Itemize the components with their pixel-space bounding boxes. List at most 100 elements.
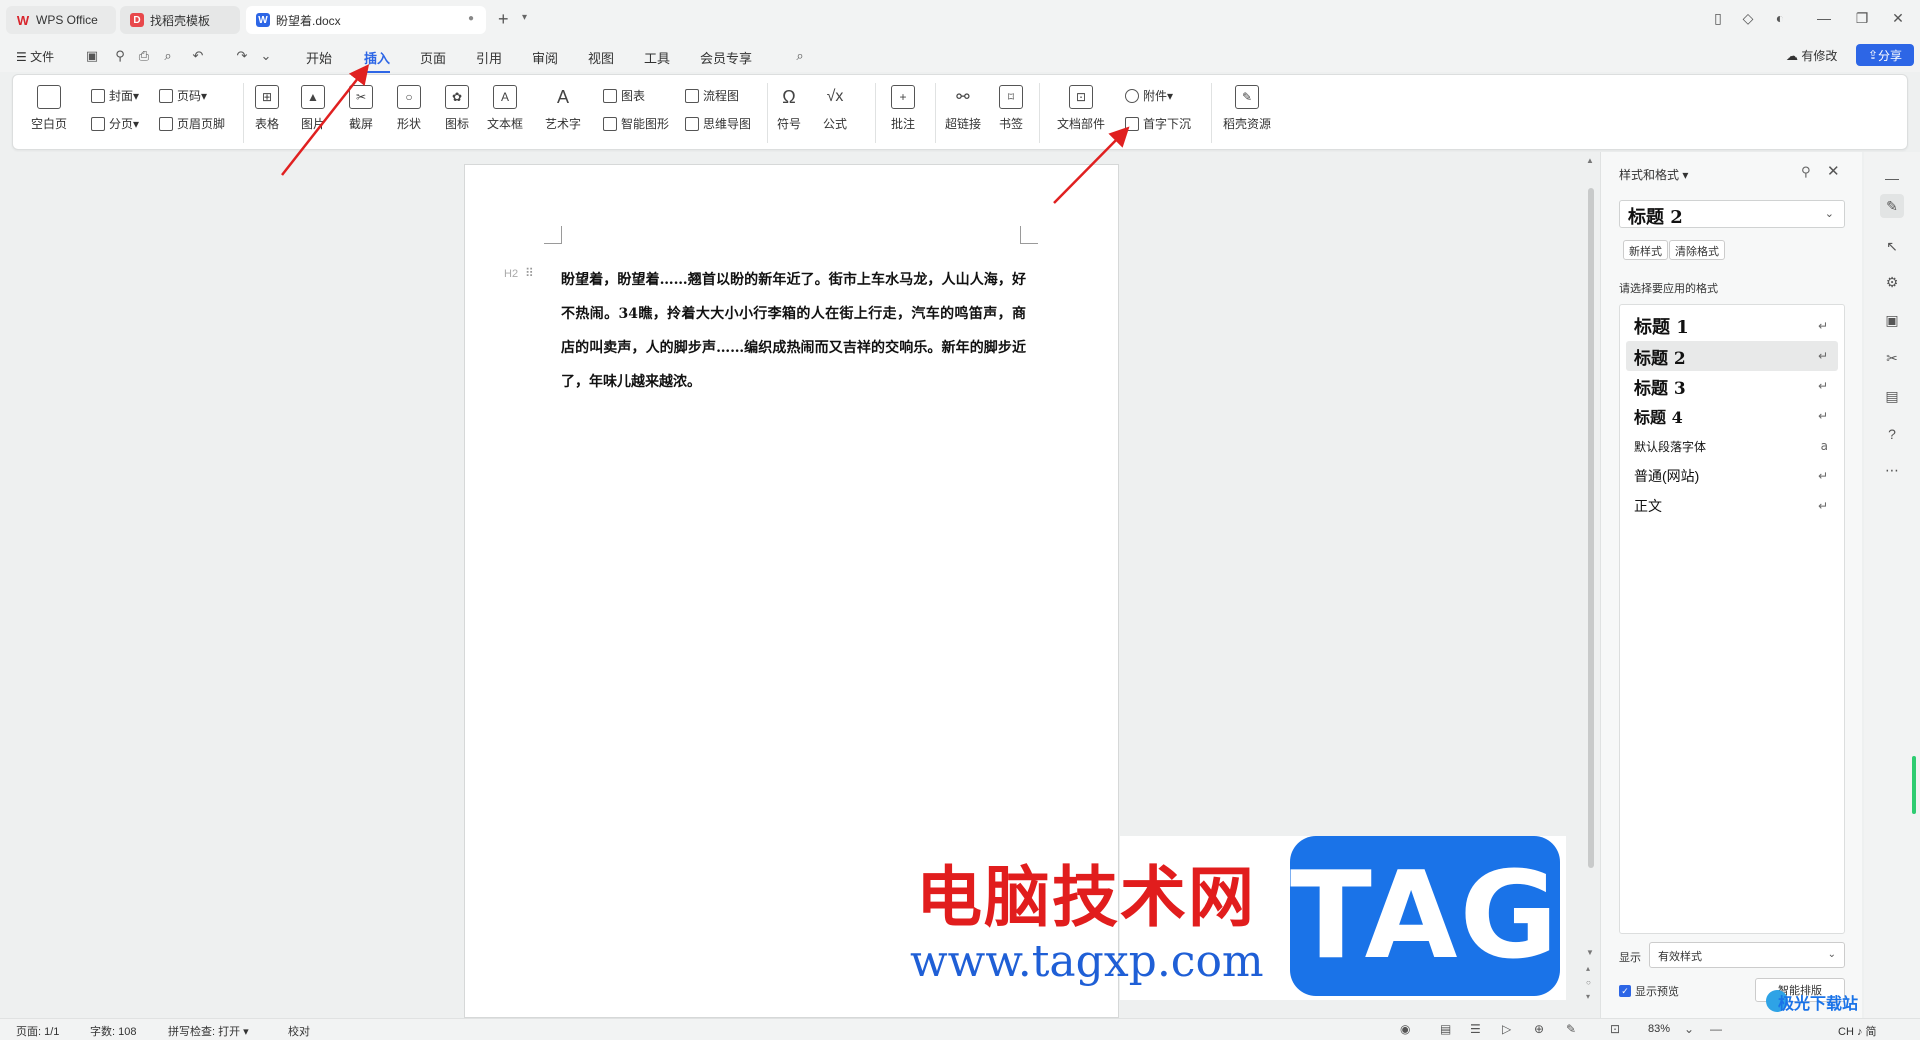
zoom-level[interactable]: 83% — [1648, 1023, 1670, 1035]
style-item-heading-3[interactable]: 标题 3 ↵ — [1626, 371, 1838, 401]
show-preview-checkbox[interactable]: ✓ 显示预览 — [1619, 983, 1679, 999]
play-icon[interactable]: ▷ — [1502, 1022, 1511, 1036]
style-item-heading-1[interactable]: 标题 1 ↵ — [1626, 311, 1838, 341]
style-brush-icon[interactable]: ✎ — [1880, 194, 1904, 218]
flowchart-button[interactable]: 流程图 — [685, 87, 739, 104]
hyperlink-button[interactable]: ⚯ 超链接 — [945, 85, 981, 132]
reading-icon[interactable]: ▤ — [1880, 384, 1904, 408]
scroll-up-icon[interactable]: ▲ — [1586, 156, 1594, 165]
menu-tools[interactable]: 工具 — [644, 48, 670, 67]
page-count[interactable]: 页面: 1/1 — [16, 1023, 59, 1039]
attachment-button[interactable]: 附件 ▾ — [1125, 87, 1173, 104]
input-method-status[interactable]: CH ♪ 简 — [1838, 1023, 1877, 1039]
chevron-down-icon[interactable]: ⌄ — [1684, 1022, 1694, 1036]
document-paragraph[interactable]: 盼望着，盼望着……翘首以盼的新年近了。街市上车水马龙，人山人海，好不热闹。34瞧… — [561, 263, 1026, 399]
redo-icon[interactable]: ↷ — [234, 48, 250, 64]
document-scrollbar[interactable]: ▲ ▼ ▴ ○ ▾ — [1584, 152, 1598, 1018]
word-count[interactable]: 字数: 108 — [90, 1023, 136, 1039]
preview-icon[interactable]: ⌕ — [160, 48, 176, 64]
avatar[interactable]: ◐ — [1770, 10, 1790, 26]
pin-icon[interactable]: ⚲ — [1801, 164, 1811, 180]
cover-button[interactable]: 封面 ▾ — [91, 87, 139, 104]
fit-page-icon[interactable]: ⊡ — [1610, 1022, 1620, 1036]
menu-member[interactable]: 会员专享 — [700, 48, 752, 67]
scroll-down-icon[interactable]: ▼ — [1586, 948, 1594, 957]
style-item-default-font[interactable]: 默认段落字体 a — [1626, 431, 1838, 461]
icon-button[interactable]: ✿ 图标 — [445, 85, 469, 132]
link-icon[interactable]: ⚲ — [112, 48, 128, 64]
header-footer-button[interactable]: 页眉页脚 — [159, 115, 225, 132]
menu-insert[interactable]: 插入 — [364, 48, 391, 73]
tab-wps-office[interactable]: W WPS Office — [6, 6, 116, 34]
show-filter-select[interactable]: 有效样式 ⌄ — [1649, 942, 1845, 968]
new-style-button[interactable]: 新样式 — [1623, 240, 1668, 260]
symbol-button[interactable]: Ω 符号 — [777, 85, 801, 132]
close-icon[interactable]: ✕ — [1827, 162, 1840, 180]
formula-button[interactable]: √x 公式 — [823, 85, 847, 132]
smart-graphic-button[interactable]: 智能图形 — [603, 115, 669, 132]
blank-page-button[interactable]: 空白页 — [31, 85, 67, 132]
save-icon[interactable]: ▣ — [84, 48, 100, 64]
tab-document[interactable]: W 盼望着.docx ● — [246, 6, 486, 34]
select-browse-icon[interactable]: ○ — [1586, 978, 1591, 987]
menu-references[interactable]: 引用 — [476, 48, 502, 67]
comment-button[interactable]: + 批注 — [891, 85, 915, 132]
docer-resources-button[interactable]: ✎ 稻壳资源 — [1223, 85, 1271, 132]
chevron-down-icon[interactable]: ▾ — [522, 12, 527, 23]
share-button[interactable]: ⇪ 分享 — [1856, 44, 1914, 66]
page-number-button[interactable]: 页码 ▾ — [159, 87, 207, 104]
page-view-icon[interactable]: ▤ — [1440, 1022, 1451, 1036]
textbox-button[interactable]: A 文本框 — [487, 85, 523, 132]
zoom-out-icon[interactable]: — — [1710, 1022, 1722, 1036]
help-icon[interactable]: ? — [1880, 422, 1904, 446]
drop-cap-button[interactable]: 首字下沉 — [1125, 115, 1191, 132]
menu-page[interactable]: 页面 — [420, 48, 446, 67]
outline-view-icon[interactable]: ☰ — [1470, 1022, 1481, 1036]
close-icon[interactable]: ✕ — [1888, 10, 1908, 27]
adjust-icon[interactable]: ⚙ — [1880, 270, 1904, 294]
spell-check-status[interactable]: 拼写检查: 打开 ▾ — [168, 1023, 249, 1039]
unsaved-dot-icon[interactable]: ● — [466, 13, 476, 24]
art-text-button[interactable]: A 艺术字 — [545, 85, 581, 132]
minimize-icon[interactable]: — — [1814, 10, 1834, 26]
menu-home[interactable]: 开始 — [306, 48, 332, 67]
style-item-heading-2[interactable]: 标题 2 ↵ — [1626, 341, 1838, 371]
style-item-body[interactable]: 正文 ↵ — [1626, 491, 1838, 521]
prev-page-icon[interactable]: ▴ — [1586, 964, 1590, 973]
file-menu[interactable]: ☰ 文件 — [16, 48, 54, 65]
mindmap-button[interactable]: 思维导图 — [685, 115, 751, 132]
box-icon[interactable]: ◇ — [1738, 10, 1758, 27]
new-tab-icon[interactable]: + — [498, 10, 509, 28]
more-icon[interactable]: ⋯ — [1880, 458, 1904, 482]
bookmark-button[interactable]: ⌑ 书签 — [999, 85, 1023, 132]
shape-button[interactable]: ○ 形状 — [397, 85, 421, 132]
pane-title[interactable]: 样式和格式 ▾ — [1619, 166, 1688, 183]
layout-icon[interactable]: ▯ — [1708, 10, 1728, 27]
web-view-icon[interactable]: ⊕ — [1534, 1022, 1544, 1036]
clear-format-button[interactable]: 清除格式 — [1669, 240, 1725, 260]
screenshot-button[interactable]: ✂ 截屏 — [349, 85, 373, 132]
undo-icon[interactable]: ↶ — [190, 48, 206, 64]
chart-button[interactable]: 图表 — [603, 87, 645, 104]
page-break-button[interactable]: 分页 ▾ — [91, 115, 139, 132]
chevron-down-icon[interactable]: ⌄ — [258, 48, 274, 64]
style-item-normal-web[interactable]: 普通(网站) ↵ — [1626, 461, 1838, 491]
next-page-icon[interactable]: ▾ — [1586, 992, 1590, 1001]
has-changes-status[interactable]: ☁ 有修改 — [1786, 47, 1837, 64]
tab-docer-templates[interactable]: D 找稻壳模板 — [120, 6, 240, 34]
eye-icon[interactable]: ◉ — [1400, 1022, 1410, 1036]
proofread-button[interactable]: 校对 — [288, 1023, 310, 1039]
drag-handle-icon[interactable]: ⠿ — [525, 266, 534, 280]
search-icon[interactable]: ⌕ — [792, 48, 808, 64]
select-cursor-icon[interactable]: ↖ — [1880, 234, 1904, 258]
menu-view[interactable]: 视图 — [588, 48, 614, 67]
pen-icon[interactable]: ✎ — [1566, 1022, 1576, 1036]
picture-button[interactable]: ▲ 图片 — [301, 85, 325, 132]
table-button[interactable]: ⊞ 表格 — [255, 85, 279, 132]
print-icon[interactable]: ⎙ — [136, 48, 152, 64]
assistant-indicator[interactable] — [1912, 756, 1916, 814]
scrollbar-thumb[interactable] — [1588, 188, 1594, 868]
tools-icon[interactable]: ✂ — [1880, 346, 1904, 370]
style-item-heading-4[interactable]: 标题 4 ↵ — [1626, 401, 1838, 431]
current-style-select[interactable]: 标题 2 ⌄ — [1619, 200, 1845, 228]
